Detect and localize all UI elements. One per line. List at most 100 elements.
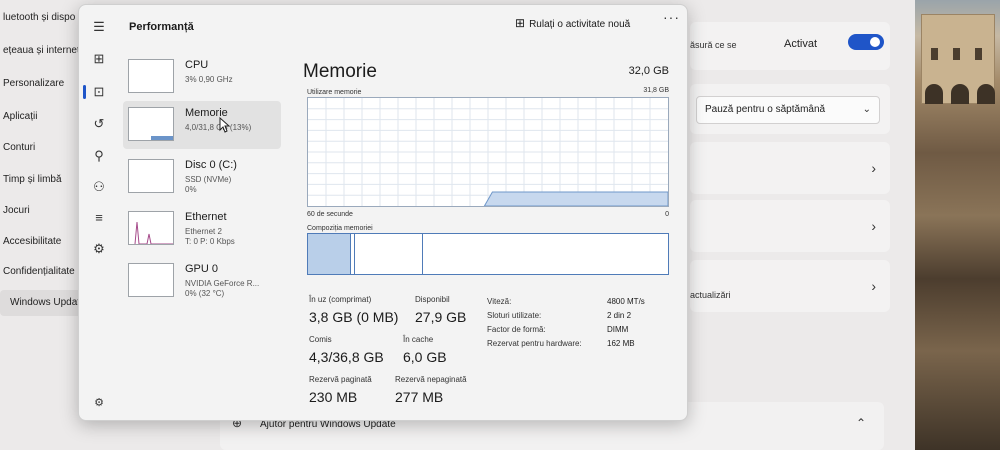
advanced-options-card[interactable]: › (690, 200, 890, 252)
chevron-right-icon: › (871, 278, 876, 294)
hardware-reserved-value: 162 MB (607, 339, 635, 348)
composition-standby (354, 234, 424, 274)
run-new-task-button[interactable]: ⊞ Rulați o activitate nouă (515, 13, 630, 33)
app-history-icon[interactable]: ↺ (89, 114, 109, 134)
committed-value: 4,3/36,8 GB (309, 349, 384, 365)
ethernet-thumbnail (128, 211, 174, 245)
ethernet-thumb-graph (134, 221, 173, 244)
in-use-value: 3,8 GB (0 MB) (309, 309, 399, 325)
form-factor-value: DIMM (607, 325, 629, 334)
pause-dropdown-label: Pauză pentru o săptămână (705, 104, 826, 115)
hamburger-menu-icon[interactable]: ☰ (89, 17, 109, 37)
perf-item-disk[interactable]: Disc 0 (C:) SSD (NVMe) 0% (123, 153, 281, 201)
disk-thumbnail (128, 159, 174, 193)
perf-item-cpu[interactable]: CPU 3% 0,90 GHz (123, 53, 281, 101)
graph-axis-right-label: 0 (665, 211, 669, 218)
nonpaged-pool-value: 277 MB (395, 389, 444, 405)
insider-card[interactable]: actualizări › (690, 260, 890, 312)
chevron-down-icon: ⌄ (862, 104, 871, 115)
mouse-cursor-icon (219, 117, 231, 133)
slots-value: 2 din 2 (607, 311, 632, 320)
hardware-reserved-label: Rezervat pentru hardware: (487, 339, 582, 348)
page-title: Performanță (129, 21, 194, 33)
paged-pool-value: 230 MB (309, 389, 358, 405)
paged-pool-label: Rezervă paginată (309, 375, 372, 384)
cached-label: În cache (403, 335, 434, 344)
graph-axis-left-label: 60 de secunde (307, 211, 353, 218)
perf-item-detail2: 0% (185, 185, 197, 194)
nav-item-personalization[interactable]: Personalizare (0, 78, 64, 89)
services-icon[interactable]: ⚙ (89, 239, 109, 259)
gpu-thumbnail (128, 263, 174, 297)
details-icon[interactable]: ≡ (89, 208, 109, 228)
wallpaper-photo (915, 0, 1000, 450)
arch-shape (925, 84, 943, 104)
usage-graph-label: Utilizare memorie (307, 89, 362, 96)
pause-dropdown[interactable]: Pauză pentru o săptămână ⌄ (696, 96, 880, 124)
nav-item-bluetooth[interactable]: luetooth și dispo (0, 12, 75, 23)
perf-item-detail2: 0% (32 °C) (185, 289, 225, 298)
cached-value: 6,0 GB (403, 349, 447, 365)
perf-item-detail: Ethernet 2 (185, 227, 222, 236)
memory-title: Memorie (303, 61, 377, 82)
chevron-up-icon: ⌃ (855, 416, 866, 430)
nav-item-accounts[interactable]: Conturi (0, 142, 35, 153)
memory-usage-graph (307, 97, 669, 207)
perf-item-detail2: T: 0 P: 0 Kbps (185, 237, 235, 246)
committed-label: Comis (309, 335, 332, 344)
performance-list: CPU 3% 0,90 GHz Memorie 4,0/31,8 GB (13%… (123, 47, 283, 420)
run-new-task-label: Rulați o activitate nouă (529, 19, 631, 30)
memory-thumb-fill (151, 136, 173, 140)
perf-item-memory[interactable]: Memorie 4,0/31,8 GB (13%) (123, 101, 281, 149)
rail-active-indicator (83, 85, 86, 99)
perf-item-detail: NVIDIA GeForce R... (185, 279, 260, 288)
window-shape (975, 48, 982, 60)
perf-item-name: Ethernet (185, 211, 227, 223)
users-icon[interactable]: ⚇ (89, 177, 109, 197)
memory-panel: Memorie 32,0 GB Utilizare memorie 31,8 G… (303, 45, 675, 420)
cpu-thumbnail (128, 59, 174, 93)
settings-gear-icon[interactable]: ⚙ (89, 393, 109, 413)
task-manager-rail: ☰ ⊞ ⊡ ↺ ⚲ ⚇ ≡ ⚙ ⚙ (79, 5, 119, 420)
form-factor-label: Factor de formă: (487, 325, 546, 334)
available-label: Disponibil (415, 295, 450, 304)
updates-text: actualizări (690, 290, 731, 300)
slots-label: Sloturi utilizate: (487, 311, 542, 320)
nav-item-accessibility[interactable]: Accesibilitate (0, 236, 61, 247)
startup-apps-icon[interactable]: ⚲ (89, 146, 109, 166)
nav-item-privacy[interactable]: Confidențialitate (0, 266, 75, 277)
nav-item-network[interactable]: ețeaua și internet (0, 45, 80, 56)
speed-value: 4800 MT/s (607, 297, 645, 306)
arch-shape (951, 84, 969, 104)
get-updates-text: ăsură ce se (690, 40, 737, 50)
memory-thumbnail (128, 107, 174, 141)
perf-item-gpu[interactable]: GPU 0 NVIDIA GeForce R... 0% (32 °C) (123, 257, 281, 305)
processes-icon[interactable]: ⊞ (89, 49, 109, 69)
toggle-label: Activat (784, 38, 818, 50)
chevron-right-icon: › (871, 218, 876, 234)
nonpaged-pool-label: Rezervă nepaginată (395, 375, 467, 384)
available-value: 27,9 GB (415, 309, 467, 325)
window-shape (953, 48, 960, 60)
speed-label: Viteză: (487, 297, 512, 306)
perf-item-name: GPU 0 (185, 263, 219, 275)
nav-item-gaming[interactable]: Jocuri (0, 205, 30, 216)
perf-item-detail: 3% 0,90 GHz (185, 75, 233, 84)
nav-item-time-language[interactable]: Timp și limbă (0, 174, 62, 185)
run-task-icon: ⊞ (515, 16, 526, 30)
composition-label: Compoziția memoriei (307, 225, 373, 232)
composition-in-use (308, 234, 352, 274)
memory-composition-bar (307, 233, 669, 275)
updates-toggle[interactable] (848, 34, 884, 50)
perf-item-detail: SSD (NVMe) (185, 175, 232, 184)
in-use-label: În uz (comprimat) (309, 295, 372, 304)
arch-shape (977, 84, 995, 104)
memory-usage-chart (308, 98, 668, 206)
nav-item-apps[interactable]: Aplicații (0, 111, 37, 122)
perf-item-ethernet[interactable]: Ethernet Ethernet 2 T: 0 P: 0 Kbps (123, 205, 281, 253)
perf-item-name: Disc 0 (C:) (185, 159, 237, 171)
more-options-button[interactable]: ··· (663, 9, 680, 25)
performance-icon[interactable]: ⊡ (89, 82, 109, 102)
chevron-right-icon: › (871, 160, 876, 176)
update-history-card[interactable]: › (690, 142, 890, 194)
